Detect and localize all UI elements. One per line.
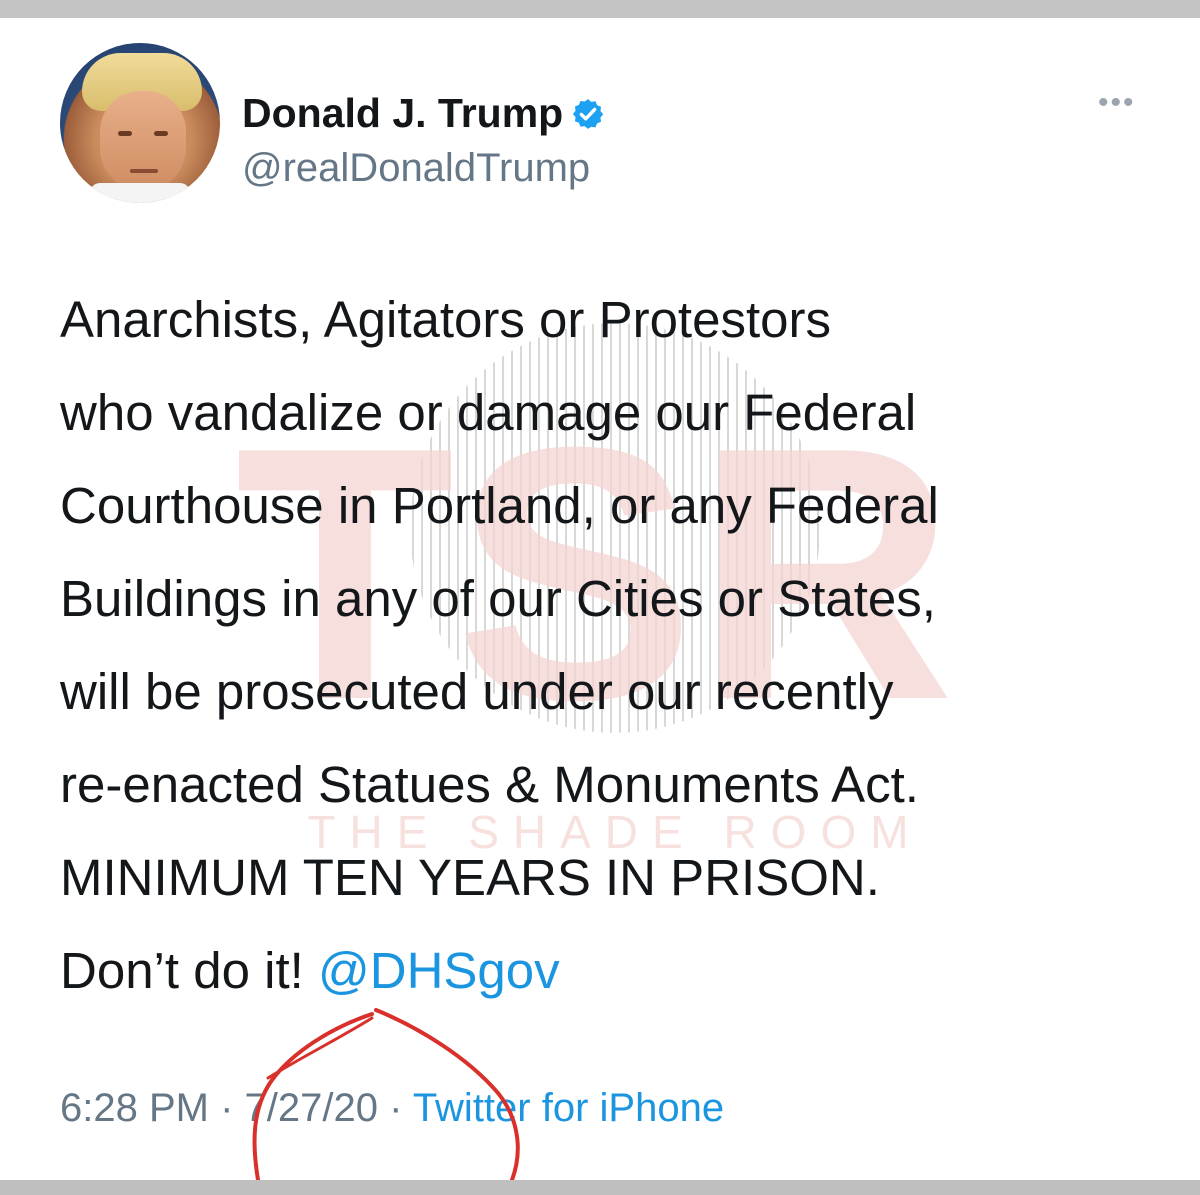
meta-separator: · — [208, 1086, 245, 1130]
tweet-line: will be prosecuted under our recently — [60, 663, 894, 720]
tweet-meta: 6:28 PM · 7/27/20 · Twitter for iPhone — [60, 1086, 724, 1131]
display-name[interactable]: Donald J. Trump — [242, 90, 563, 137]
tweet-last-line-text: Don’t do it! — [60, 942, 318, 999]
tweet-line: Anarchists, Agitators or Protestors — [60, 291, 831, 348]
tweet-card[interactable]: Donald J. Trump @realDonaldTrump ••• TSR… — [0, 18, 1200, 1180]
tweet-line: Buildings in any of our Cities or States… — [60, 570, 936, 627]
bottom-frame-edge — [0, 1180, 1200, 1195]
tweet-line: who vandalize or damage our Federal — [60, 384, 917, 441]
user-handle[interactable]: @realDonaldTrump — [242, 146, 590, 191]
avatar-collar — [90, 183, 190, 203]
avatar-eye-left — [118, 131, 132, 136]
avatar-face — [100, 91, 186, 191]
author-name-row[interactable]: Donald J. Trump — [242, 90, 605, 137]
avatar-eye-right — [154, 131, 168, 136]
tweet-source-link[interactable]: Twitter for iPhone — [413, 1086, 724, 1130]
tweet-text: Anarchists, Agitators or Protestors who … — [60, 273, 1160, 1017]
verified-badge-icon — [573, 98, 604, 129]
tweet-line: Courthouse in Portland, or any Federal — [60, 477, 939, 534]
meta-separator: · — [377, 1086, 413, 1130]
tweet-time[interactable]: 6:28 PM — [60, 1086, 209, 1130]
mention-link[interactable]: @DHSgov — [318, 942, 560, 999]
more-horizontal-icon[interactable]: ••• — [1098, 88, 1136, 118]
tweet-line: re-enacted Statues & Monuments Act. — [60, 756, 919, 813]
profile-avatar[interactable] — [60, 43, 220, 203]
top-frame-edge — [0, 0, 1200, 18]
avatar-mouth — [130, 169, 158, 173]
tweet-last-line: Don’t do it! @DHSgov — [60, 924, 1160, 1017]
tweet-line: MINIMUM TEN YEARS IN PRISON. — [60, 849, 880, 906]
annotation-stroke — [266, 1016, 374, 1080]
tweet-date[interactable]: 7/27/20 — [245, 1086, 378, 1130]
